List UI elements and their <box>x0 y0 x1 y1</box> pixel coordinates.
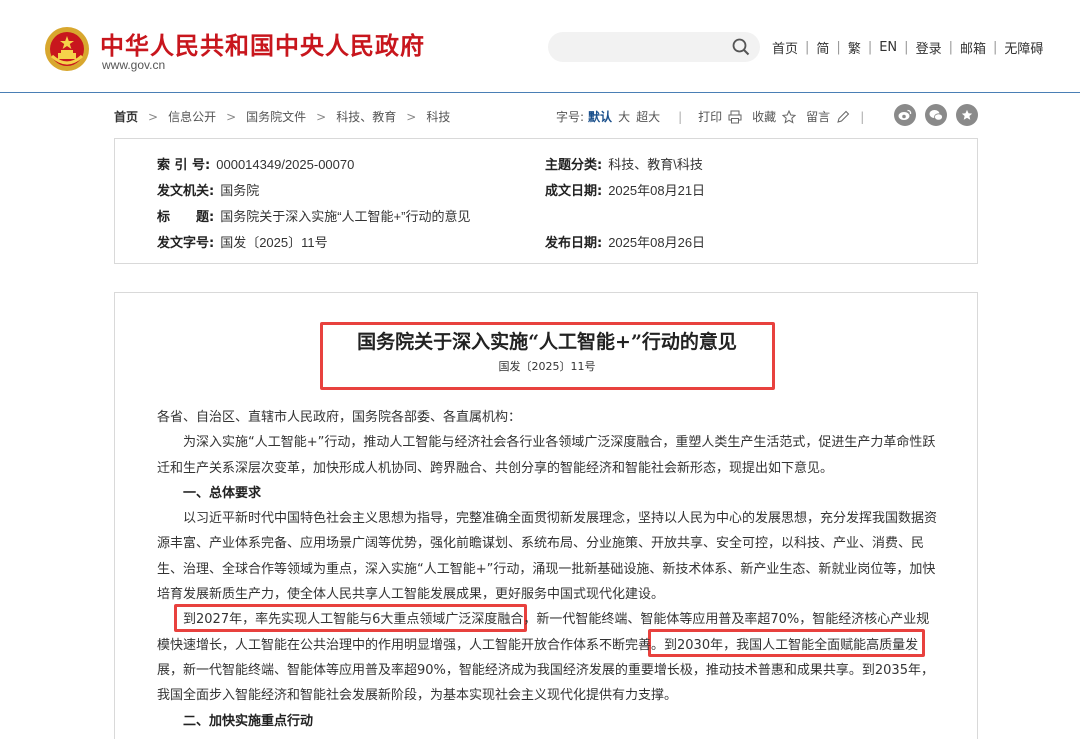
article-body: 国务院关于深入实施“人工智能+”行动的意见 国发〔2025〕11号 各省、自治区… <box>114 292 978 739</box>
national-emblem-icon[interactable] <box>44 26 90 72</box>
meta-index: 索 引 号: 000014349/2025-00070 <box>157 154 354 173</box>
printer-icon[interactable] <box>728 110 742 124</box>
meta-written-value: 2025年08月21日 <box>608 183 706 198</box>
favorite-share-button[interactable] <box>956 104 978 126</box>
meta-docno-label: 发文字号: <box>157 236 215 251</box>
meta-issuer-label: 发文机关: <box>157 184 215 199</box>
divider: | <box>904 40 909 55</box>
intro-paragraph: 为深入实施“人工智能+”行动，推动人工智能与经济社会各行业各领域广泛深度融合，重… <box>157 435 936 476</box>
meta-published-date: 发布日期: 2025年08月26日 <box>545 232 705 251</box>
divider: | <box>860 109 865 124</box>
meta-title-value: 国务院关于深入实施“人工智能+”行动的意见 <box>220 209 471 224</box>
wechat-share-button[interactable] <box>925 104 947 126</box>
addressee: 各省、自治区、直辖市人民政府，国务院各部委、各直属机构： <box>157 410 522 425</box>
chevron-right-icon: > <box>148 109 159 124</box>
pencil-icon[interactable] <box>836 110 850 124</box>
weibo-share-button[interactable] <box>894 104 916 126</box>
meta-issuer: 发文机关: 国务院 <box>157 180 259 199</box>
meta-title-label: 标 题: <box>157 210 215 225</box>
section-heading: 二、加快实施重点行动 <box>183 713 314 729</box>
meta-published-label: 发布日期: <box>545 236 603 251</box>
meta-written-label: 成文日期: <box>545 184 603 199</box>
top-link-mail[interactable]: 邮箱 <box>960 38 986 57</box>
chevron-right-icon: > <box>226 109 237 124</box>
meta-topic-value: 科技、教育\科技 <box>608 157 703 172</box>
search-input[interactable] <box>548 32 760 62</box>
meta-topic-label: 主题分类: <box>545 158 603 173</box>
article-text: 各省、自治区、直辖市人民政府，国务院各部委、各直属机构： 为深入实施“人工智能+… <box>157 405 937 734</box>
article-title: 国务院关于深入实施“人工智能+”行动的意见 <box>357 331 737 353</box>
meta-published-value: 2025年08月26日 <box>608 235 706 250</box>
wechat-icon <box>929 110 943 121</box>
site-domain: www.gov.cn <box>102 58 166 72</box>
meta-title: 标 题: 国务院关于深入实施“人工智能+”行动的意见 <box>157 206 470 225</box>
favorite-button[interactable]: 收藏 <box>752 108 776 125</box>
search-icon[interactable] <box>732 38 750 56</box>
breadcrumb-bar: 首页 > 信息公开 > 国务院文件 > 科技、教育 > 科技 字号: 默认 大 … <box>114 104 978 128</box>
star-icon <box>961 109 973 120</box>
breadcrumb-info-public[interactable]: 信息公开 <box>168 108 216 125</box>
meta-index-label: 索 引 号: <box>157 158 211 173</box>
divider: | <box>948 40 953 55</box>
font-size-xlarge[interactable]: 超大 <box>636 108 660 125</box>
breadcrumb-sci-edu[interactable]: 科技、教育 <box>336 108 396 125</box>
weibo-icon <box>898 109 912 120</box>
top-link-home[interactable]: 首页 <box>772 38 798 57</box>
meta-docno-value: 国发〔2025〕11号 <box>220 235 328 250</box>
breadcrumb-tech[interactable]: 科技 <box>426 108 450 125</box>
meta-written-date: 成文日期: 2025年08月21日 <box>545 180 705 199</box>
print-button[interactable]: 打印 <box>698 108 722 125</box>
divider: | <box>836 40 841 55</box>
font-size-label: 字号: <box>556 110 585 124</box>
chevron-right-icon: > <box>316 109 327 124</box>
article-doc-number: 国发〔2025〕11号 <box>498 360 596 373</box>
top-link-login[interactable]: 登录 <box>916 38 942 57</box>
top-link-traditional[interactable]: 繁 <box>848 38 861 57</box>
share-buttons <box>894 104 987 126</box>
paragraph: 以习近平新时代中国特色社会主义思想为指导，完整准确全面贯彻新发展理念，坚持以人民… <box>157 511 938 603</box>
top-nav-links: 首页 | 简 | 繁 | EN | 登录 | 邮箱 | 无障碍 <box>772 38 1043 57</box>
chevron-right-icon: > <box>406 109 417 124</box>
divider: | <box>678 109 683 124</box>
document-metadata: 索 引 号: 000014349/2025-00070 主题分类: 科技、教育\科技… <box>114 138 978 264</box>
site-title[interactable]: 中华人民共和国中央人民政府 <box>100 26 425 61</box>
divider: | <box>992 40 998 55</box>
site-header: 中华人民共和国中央人民政府 www.gov.cn 首页 | 简 | 繁 | EN… <box>0 0 1080 93</box>
meta-topic: 主题分类: 科技、教育\科技 <box>545 154 703 173</box>
font-size-default[interactable]: 默认 <box>588 108 612 125</box>
article-tools: 字号: 默认 大 超大 | 打印 收藏 留言 | <box>556 108 880 125</box>
meta-issuer-value: 国务院 <box>220 183 260 198</box>
comment-button[interactable]: 留言 <box>806 108 830 125</box>
top-link-english[interactable]: EN <box>879 40 897 55</box>
breadcrumb-home[interactable]: 首页 <box>114 108 138 125</box>
meta-doc-number: 发文字号: 国发〔2025〕11号 <box>157 232 328 251</box>
breadcrumb-state-council-docs[interactable]: 国务院文件 <box>246 108 306 125</box>
divider: | <box>867 40 873 55</box>
top-link-accessibility[interactable]: 无障碍 <box>1004 38 1043 57</box>
goals-paragraph: 到2027年，率先实现人工智能与6大重点领域广泛深度融合，新一代智能终端、智能体… <box>157 612 934 704</box>
section-heading: 一、总体要求 <box>183 485 262 501</box>
top-link-simplified[interactable]: 简 <box>816 38 829 57</box>
font-size-large[interactable]: 大 <box>618 108 630 125</box>
divider: | <box>805 40 810 55</box>
meta-index-value: 000014349/2025-00070 <box>216 157 355 172</box>
star-icon[interactable] <box>782 109 797 124</box>
breadcrumb: 首页 > 信息公开 > 国务院文件 > 科技、教育 > 科技 <box>114 108 450 125</box>
